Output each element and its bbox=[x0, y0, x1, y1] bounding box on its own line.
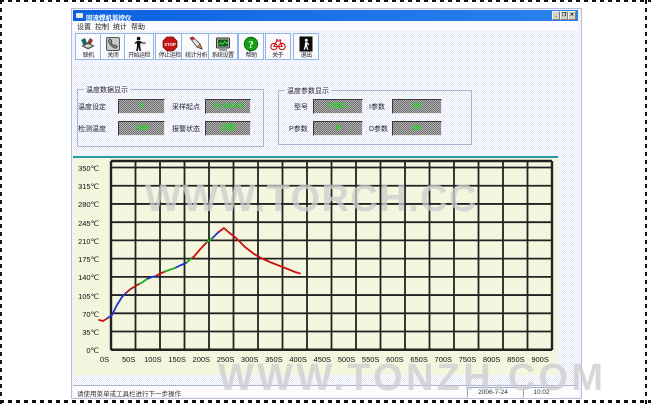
svg-text:STOP: STOP bbox=[164, 42, 176, 47]
